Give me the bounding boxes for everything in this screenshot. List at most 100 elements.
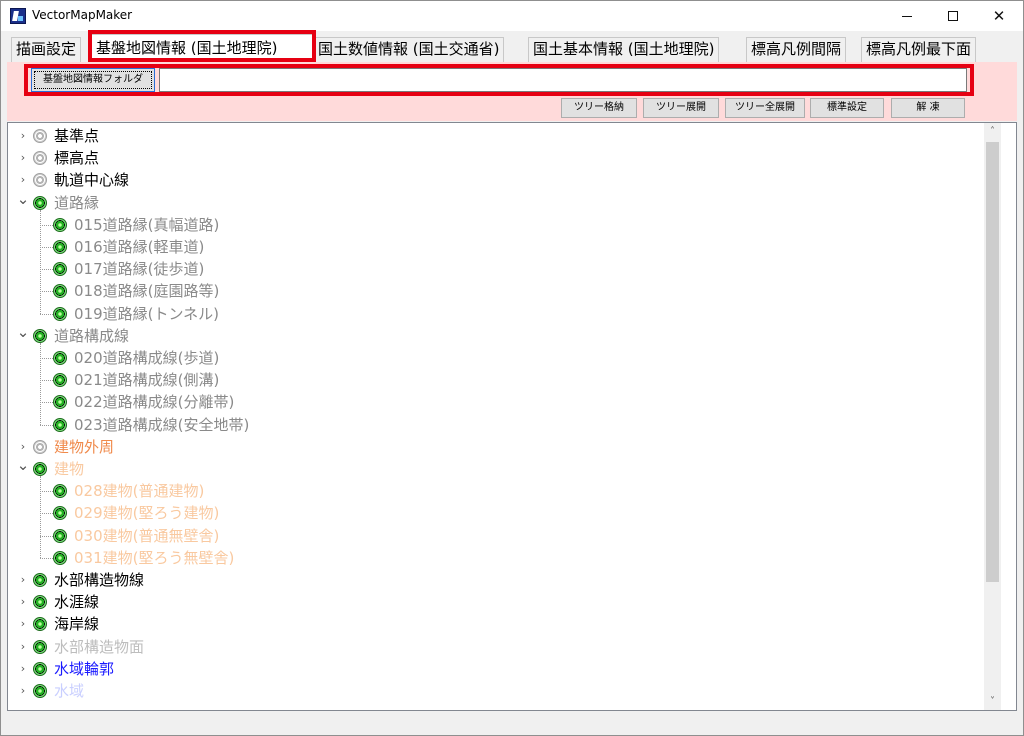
chevron-right-icon[interactable]: › <box>16 436 30 458</box>
folder-path-input[interactable] <box>159 68 967 92</box>
tab-elevation-legend-interval[interactable]: 標高凡例間隔 <box>746 37 847 62</box>
tree-node-label: 道路縁 <box>54 193 100 212</box>
tree-child-node[interactable]: 019道路縁(トンネル) <box>8 303 968 325</box>
chevron-right-icon[interactable]: › <box>16 147 30 169</box>
tree-child-node[interactable]: 021道路構成線(側溝) <box>8 369 968 391</box>
close-icon: ✕ <box>992 7 1006 25</box>
maximize-button[interactable] <box>930 1 976 31</box>
layer-on-icon[interactable] <box>53 550 67 565</box>
tab-drawing-settings[interactable]: 描画設定 <box>11 37 82 62</box>
chevron-right-icon[interactable]: › <box>16 680 30 702</box>
chevron-down-icon[interactable]: ⌄ <box>16 191 30 214</box>
tree-node[interactable]: › 水域輪郭 <box>8 658 968 680</box>
layer-on-icon[interactable] <box>33 661 47 676</box>
layer-on-icon[interactable] <box>33 595 47 610</box>
tree-node[interactable]: › 水部構造物線 <box>8 569 968 591</box>
tree-node[interactable]: › 水部構造物面 <box>8 636 968 658</box>
thaw-button[interactable]: 解 凍 <box>891 98 965 118</box>
tree-node[interactable]: › 水域 <box>8 680 968 702</box>
chevron-right-icon[interactable]: › <box>16 169 30 191</box>
tree-node-label: 029建物(堅ろう建物) <box>74 504 220 523</box>
layer-on-icon[interactable] <box>53 306 67 321</box>
tree-child-node[interactable]: 022道路構成線(分離帯) <box>8 391 968 413</box>
layer-on-icon[interactable] <box>33 462 47 476</box>
tree-child-node[interactable]: 029建物(堅ろう建物) <box>8 502 968 524</box>
tree-child-node[interactable]: 028建物(普通建物) <box>8 480 968 502</box>
minimize-icon <box>902 15 912 17</box>
layer-on-icon[interactable] <box>33 639 47 654</box>
layer-off-icon[interactable] <box>33 151 47 166</box>
tree-node[interactable]: › 海岸線 <box>8 613 968 635</box>
tab-elevation-legend-bottom[interactable]: 標高凡例最下面 <box>861 37 977 62</box>
tree-connector <box>40 557 53 559</box>
chevron-right-icon[interactable]: › <box>16 591 30 613</box>
layer-on-icon[interactable] <box>33 195 47 210</box>
chevron-right-icon[interactable]: › <box>16 658 30 680</box>
layer-on-icon[interactable] <box>53 484 67 499</box>
tab-strip: 描画設定 基盤地図情報 (国土地理院) 国土数値情報 (国土交通省) 国土基本情… <box>1 32 1023 62</box>
tree-expand-all-button[interactable]: ツリー全展開 <box>725 98 805 118</box>
layer-on-icon[interactable] <box>33 617 47 632</box>
chevron-right-icon[interactable]: › <box>16 613 30 635</box>
tree-child-node[interactable]: 016道路縁(軽車道) <box>8 236 968 258</box>
tab-national-land-numeric-info[interactable]: 国土数値情報 (国土交通省) <box>313 37 505 62</box>
tree-child-node[interactable]: 015道路縁(真幅道路) <box>8 214 968 236</box>
default-settings-button[interactable]: 標準設定 <box>810 98 884 118</box>
tab-base-map-info[interactable]: 基盤地図情報 (国土地理院) <box>91 34 313 62</box>
close-button[interactable]: ✕ <box>976 1 1022 31</box>
tree-connector <box>40 313 53 315</box>
layer-on-icon[interactable] <box>33 684 47 698</box>
layer-on-icon[interactable] <box>33 573 47 587</box>
scroll-thumb[interactable] <box>986 142 999 582</box>
tree-node[interactable]: ⌄ 建物 <box>8 458 968 480</box>
scroll-up-arrow-icon[interactable]: ˄ <box>984 123 1001 140</box>
layer-off-icon[interactable] <box>33 173 47 188</box>
tree-node[interactable]: › 水涯線 <box>8 591 968 613</box>
layer-on-icon[interactable] <box>53 506 67 521</box>
tree-node[interactable]: › 建物外周 <box>8 436 968 458</box>
layer-on-icon[interactable] <box>53 217 67 232</box>
tree-node[interactable]: ⌄ 道路縁 <box>8 191 968 214</box>
tree-child-node[interactable]: 018道路縁(庭園路等) <box>8 280 968 302</box>
tree-child-node[interactable]: 020道路構成線(歩道) <box>8 347 968 369</box>
tree-node[interactable]: › 基準点 <box>8 125 968 147</box>
layer-on-icon[interactable] <box>53 395 67 410</box>
layer-on-icon[interactable] <box>53 284 67 299</box>
layer-off-icon[interactable] <box>33 129 47 143</box>
layer-on-icon[interactable] <box>33 328 47 343</box>
tree-connector <box>40 380 53 382</box>
vertical-scrollbar[interactable]: ˄ ˅ <box>984 123 1001 710</box>
tree-node-label: 水域 <box>54 682 85 700</box>
layer-on-icon[interactable] <box>53 262 67 277</box>
tree-child-node[interactable]: 031建物(堅ろう無壁舎) <box>8 547 968 569</box>
chevron-right-icon[interactable]: › <box>16 636 30 658</box>
minimize-button[interactable] <box>884 1 930 31</box>
tree-connector <box>40 402 53 404</box>
tree-connector <box>40 269 53 271</box>
tree-node-label: 基準点 <box>54 127 100 145</box>
chevron-down-icon[interactable]: ⌄ <box>16 324 30 347</box>
tree-expand-button[interactable]: ツリー展開 <box>643 98 719 118</box>
tree-connector <box>40 224 53 226</box>
scroll-down-arrow-icon[interactable]: ˅ <box>984 693 1001 710</box>
tree-node[interactable]: › 軌道中心線 <box>8 169 968 191</box>
chevron-down-icon[interactable]: ⌄ <box>16 458 30 480</box>
layer-on-icon[interactable] <box>53 373 67 388</box>
tree-child-node[interactable]: 023道路構成線(安全地帯) <box>8 414 968 436</box>
layer-on-icon[interactable] <box>53 417 67 432</box>
layer-on-icon[interactable] <box>53 240 67 254</box>
tree-node-label: 016道路縁(軽車道) <box>74 238 205 256</box>
layer-on-icon[interactable] <box>53 351 67 365</box>
layer-tree[interactable]: ˄ ˅ › 基準点 › 標高点 › 軌道中心線 ⌄ 道路縁 015道路縁(真幅道路) 016道路縁… <box>7 122 1017 711</box>
base-map-folder-button[interactable]: 基盤地図情報フォルダ <box>31 68 155 92</box>
tree-node[interactable]: ⌄ 道路構成線 <box>8 324 968 347</box>
tree-node[interactable]: › 標高点 <box>8 147 968 169</box>
chevron-right-icon[interactable]: › <box>16 125 30 147</box>
tree-child-node[interactable]: 017道路縁(徒歩道) <box>8 258 968 280</box>
tab-national-basic-info[interactable]: 国土基本情報 (国土地理院) <box>528 37 720 62</box>
layer-on-icon[interactable] <box>53 528 67 543</box>
tree-collapse-button[interactable]: ツリー格納 <box>561 98 637 118</box>
layer-off-icon[interactable] <box>33 439 47 454</box>
chevron-right-icon[interactable]: › <box>16 569 30 591</box>
tree-child-node[interactable]: 030建物(普通無壁舎) <box>8 525 968 547</box>
